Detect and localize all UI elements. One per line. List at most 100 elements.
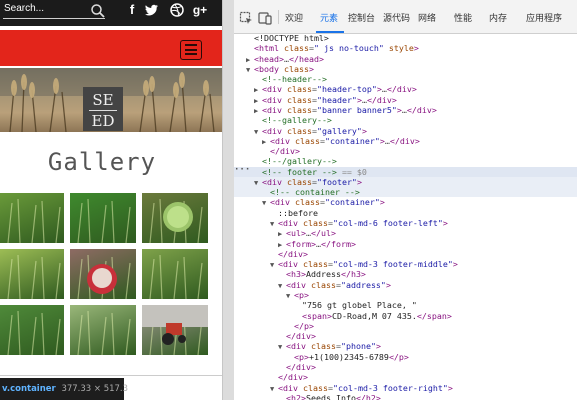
dom-node-line[interactable]: </div> [234,331,577,341]
dom-node-markup: <!-- container --> [270,187,360,198]
dom-node-line[interactable]: ▼ <div class="container"> [234,197,577,207]
top-search-bar: Search... f g+ [0,0,222,26]
dom-node-line[interactable]: <!DOCTYPE html> [234,33,577,43]
dom-node-markup: </div> [270,146,300,157]
gallery-thumbnail-wheat-field[interactable] [0,193,64,243]
tab-2[interactable]: 控制台 [348,11,375,24]
dom-node-line[interactable]: ▼ <p> [234,290,577,300]
facebook-icon[interactable]: f [124,2,140,18]
dom-node-markup: <div class="footer"> [262,176,362,187]
logo-top-text: SE [92,91,114,109]
tab-7[interactable]: 应用程序 [526,11,562,24]
dom-node-markup: <div class="banner banner5">…</div> [262,104,437,115]
element-inspect-tooltip: v.container 377.33 × 517.3 [0,378,128,400]
dom-node-markup: </div> [278,372,308,383]
dom-node-markup: <form>…</form> [286,238,356,249]
dom-node-markup: <!-- footer --> == $0 [262,166,367,177]
dom-node-markup: <!--/gallery--> [262,156,337,167]
dom-node-markup: ::before [278,207,318,218]
dom-node-line[interactable]: ▶ <div class="banner banner5">…</div> [234,105,577,115]
dom-node-markup: <div class="header">…</div> [262,94,397,105]
dom-node-line[interactable]: <span>CD-Road,M 07 435.</span> [234,311,577,321]
gallery-thumbnail-wheat-stalks[interactable] [142,249,208,299]
dom-node-line[interactable]: <!--gallery--> [234,115,577,125]
gallery-thumbnail-red-bowl[interactable] [70,249,136,299]
dom-node-line[interactable]: ▼ <div class="col-md-3 footer-middle"> [234,259,577,269]
gallery-thumbnail-green-stalks[interactable] [0,305,64,355]
dom-node-line[interactable]: ▶ <head>…</head> [234,54,577,64]
tab-5[interactable]: 性能 [454,11,472,24]
tab-3[interactable]: 源代码 [383,11,410,24]
dom-node-line[interactable]: ▶ <form>…</form> [234,239,577,249]
dom-node-markup: <div class="container"> [270,197,385,208]
dom-node-line[interactable]: </div> [234,146,577,156]
dom-node-markup: <div class="address"> [286,279,391,290]
gallery-title: Gallery [47,148,157,176]
dom-node-line[interactable]: "756 gt globel Place, " [234,300,577,310]
dom-node-line[interactable]: <h2>Seeds Info</h2> [234,393,577,400]
page-preview: Search... f g+ SE ED Gallery v.container… [0,0,222,400]
dom-node-markup: <div class="col-md-3 footer-right"> [278,382,453,393]
dom-node-line[interactable]: <p>+1(100)2345-6789</p> [234,352,577,362]
search-input[interactable]: Search... [4,3,44,14]
dom-node-line[interactable]: <h3>Address</h3> [234,269,577,279]
dom-node-line[interactable]: </div> [234,249,577,259]
dom-node-line[interactable]: <!-- container --> [234,187,577,198]
search-icon[interactable] [90,3,106,19]
dom-node-line[interactable]: <!--header--> [234,74,577,84]
dom-node-line[interactable]: </p> [234,321,577,331]
dom-node-line[interactable]: <!--/gallery--> [234,156,577,166]
dom-node-line[interactable]: ▼ <div class="col-md-3 footer-right"> [234,383,577,393]
gallery-thumbnail-wheat-ears[interactable] [70,305,136,355]
site-logo[interactable]: SE ED [83,87,123,131]
tab-0[interactable]: 欢迎 [285,11,303,24]
dom-node-line[interactable]: <html class=" js no-touch" style> [234,43,577,53]
dom-node-markup: <div class="header-top">…</div> [262,84,417,95]
dom-node-markup: <head>…</head> [254,53,324,64]
horizontal-scrollbar[interactable] [0,375,222,376]
dom-node-markup: <!DOCTYPE html> [254,33,329,43]
dom-node-line[interactable]: ▼ <div class="address"> [234,280,577,290]
tab-1[interactable]: 元素 [320,11,338,24]
dom-node-markup: <!--gallery--> [262,115,332,126]
dom-node-markup: <div class="gallery"> [262,125,367,136]
dom-node-line[interactable]: ▼ <div class="phone"> [234,341,577,351]
dom-node-markup: <div class="container">…</div> [270,135,420,146]
device-toolbar-icon[interactable] [258,11,272,25]
inspect-element-icon[interactable] [239,11,253,25]
dom-node-line[interactable]: ▼ <div class="gallery"> [234,126,577,136]
dom-node-markup: <html class=" js no-touch" style> [254,43,419,54]
tooltip-size: 377.33 × 517.3 [61,384,129,394]
dom-node-line[interactable]: ▼ <div class="col-md-6 footer-left"> [234,218,577,228]
google-plus-icon[interactable]: g+ [192,2,208,18]
dom-node-line[interactable]: ::before [234,208,577,218]
dom-node-line[interactable]: ▶ <div class="header">…</div> [234,95,577,105]
dom-node-line[interactable]: </div> [234,362,577,372]
gallery-thumbnail-tractor[interactable] [142,305,208,355]
dom-node-line[interactable]: ▶ <div class="header-top">…</div> [234,84,577,94]
dom-node-line[interactable]: </div> [234,372,577,382]
tab-6[interactable]: 内存 [489,11,507,24]
menu-toggle-icon[interactable] [180,40,202,60]
dom-node-markup: "756 gt globel Place, " [302,300,417,311]
tooltip-selector: v.container [2,384,56,394]
logo-bottom-text: ED [91,112,115,130]
dom-node-line[interactable]: ▶ <ul>…</ul> [234,228,577,238]
dom-node-line[interactable]: ▶ <div class="container">…</div> [234,136,577,146]
panel-splitter[interactable] [222,0,234,400]
more-options-icon[interactable]: ··· [234,165,250,175]
dom-node-markup: <div class="col-md-6 footer-left"> [278,218,448,229]
gallery-thumbnail-green-plant[interactable] [70,193,136,243]
dom-node-line[interactable]: ▼ <div class="footer"> [234,176,577,187]
gallery-thumbnail-grass-field[interactable] [0,249,64,299]
dom-node-markup: <div class="phone"> [286,341,381,352]
dom-node-markup: </div> [286,361,316,372]
gallery-thumbnail-peas-basket[interactable] [142,193,208,243]
dom-node-line[interactable]: ▼ <body class> [234,64,577,74]
twitter-icon[interactable] [144,2,160,18]
dom-node-markup: </p> [294,320,314,331]
dom-node-markup: </div> [278,248,308,259]
dribbble-icon[interactable] [169,2,185,18]
tab-4[interactable]: 网络 [418,11,436,24]
dom-node-markup: </div> [286,331,316,342]
